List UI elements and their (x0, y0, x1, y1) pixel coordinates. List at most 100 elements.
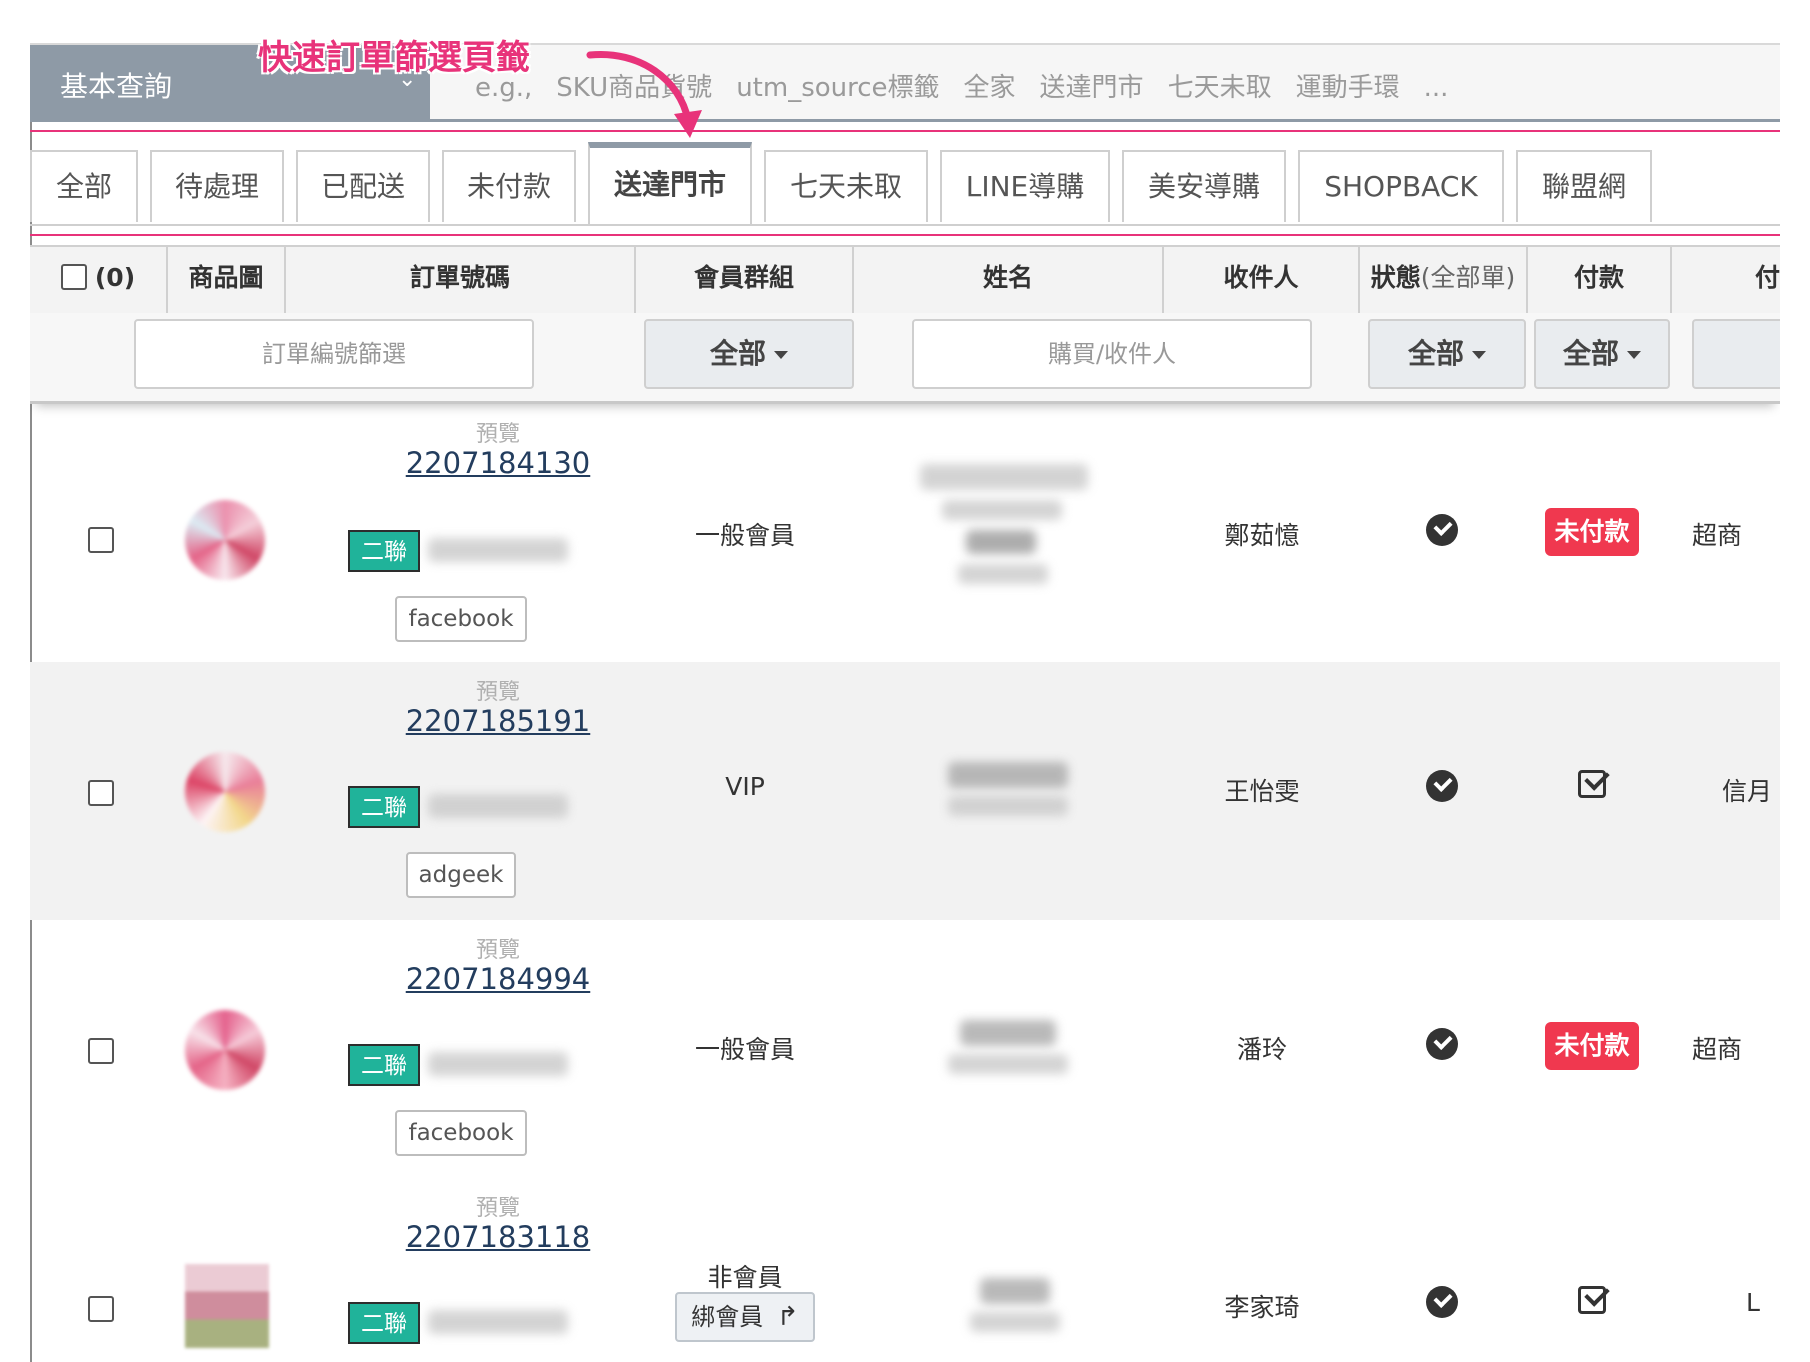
filter-row: 訂單編號篩選 全部 購買/收件人 全部 全部 (30, 313, 1780, 404)
status-filter-dropdown[interactable]: 全部 (1368, 319, 1526, 389)
tab-pending[interactable]: 待處理 (150, 150, 284, 222)
status-filter-value: 全部 (1407, 337, 1464, 370)
tab-shipped[interactable]: 已配送 (296, 150, 430, 222)
quick-filter-tabs: 全部 待處理 已配送 未付款 送達門市 七天未取 LINE導購 美安導購 SHO… (30, 142, 1780, 226)
select-all-checkbox[interactable] (60, 264, 87, 290)
source-tag: adgeek (406, 852, 516, 898)
preview-link[interactable]: 預覽 (373, 932, 623, 964)
column-header-member-group: 會員群組 (636, 247, 854, 313)
redacted-invoice-info (428, 538, 568, 562)
product-thumbnail[interactable] (185, 1010, 265, 1090)
order-list-panel: 基本查詢 ⌄ e.g., SKU商品貨號 utm_source標籤 全家 送達門市 七天未… (30, 0, 1780, 1362)
table-row: 預覽 2207184994 二聯 facebook 一般會員 潘玲 未付款 超商 (30, 920, 1780, 1178)
member-group-value: 一般會員 (694, 1035, 795, 1064)
source-tag: facebook (395, 596, 527, 642)
column-header-payment: 付款 (1528, 247, 1672, 313)
invoice-type-tag: 二聯 (348, 530, 420, 572)
row-checkbox[interactable] (88, 1038, 114, 1064)
redacted-name (948, 762, 1068, 788)
hint-familymart: 全家 (963, 73, 1016, 103)
table-row: 預覽 2207183118 二聯 非會員 綁會員 ↱ 李家琦 L (30, 1178, 1780, 1362)
next-filter-dropdown[interactable] (1692, 319, 1780, 389)
hint-utm: utm_source標籤 (736, 73, 940, 103)
tab-meian-referral[interactable]: 美安導購 (1122, 150, 1286, 222)
buyer-recipient-filter-input[interactable]: 購買/收件人 (912, 319, 1312, 389)
caret-down-icon (1627, 351, 1641, 359)
preview-link[interactable]: 預覽 (373, 674, 623, 706)
order-number-link[interactable]: 2207184994 (373, 962, 623, 996)
tab-arrived-store[interactable]: 送達門市 (588, 142, 752, 224)
caret-down-icon (774, 351, 788, 359)
column-header-order-no: 訂單號碼 (286, 247, 636, 313)
redacted-name (942, 500, 1062, 520)
redacted-name (958, 564, 1048, 584)
redacted-name (948, 1054, 1068, 1074)
member-group-filter-dropdown[interactable]: 全部 (644, 319, 854, 389)
product-thumbnail[interactable] (185, 500, 265, 580)
order-number-link[interactable]: 2207184130 (373, 446, 623, 480)
payment-filter-dropdown[interactable]: 全部 (1534, 319, 1670, 389)
tab-affiliate[interactable]: 聯盟網 (1516, 150, 1652, 222)
column-header-recipient: 收件人 (1164, 247, 1360, 313)
tab-shopback[interactable]: SHOPBACK (1298, 150, 1504, 222)
shipping-value: L (1746, 1288, 1760, 1317)
preview-link[interactable]: 預覽 (373, 1190, 623, 1222)
table-row: 預覽 2207184130 二聯 facebook 一般會員 鄭茹憶 未付款 超… (30, 404, 1780, 662)
hint-product: 運動手環 (1295, 73, 1400, 103)
status-header-sub: (全部單) (1420, 263, 1516, 292)
shipping-value: 超商 (1692, 521, 1743, 550)
column-header-name: 姓名 (854, 247, 1164, 313)
invoice-type-tag: 二聯 (348, 786, 420, 828)
unpaid-badge: 未付款 (1545, 508, 1639, 556)
source-tag: facebook (395, 1110, 527, 1156)
order-no-filter-input[interactable]: 訂單編號篩選 (134, 319, 534, 389)
column-header-next: 付 (1754, 263, 1780, 292)
redacted-invoice-info (428, 1310, 568, 1334)
tab-line-referral[interactable]: LINE導購 (940, 150, 1110, 222)
redacted-name (948, 796, 1068, 816)
annotation-label: 快速訂單篩選頁籤 (258, 38, 530, 78)
paid-check-icon (1578, 770, 1606, 798)
status-complete-icon (1426, 770, 1458, 802)
share-arrow-icon: ↱ (776, 1302, 799, 1332)
tab-unpaid[interactable]: 未付款 (442, 150, 576, 222)
row-checkbox[interactable] (88, 780, 114, 806)
order-number-link[interactable]: 2207185191 (373, 704, 623, 738)
tab-all[interactable]: 全部 (30, 150, 138, 222)
redacted-name (960, 1020, 1056, 1046)
member-group-value: 非會員 (707, 1263, 783, 1292)
column-header-status: 狀態(全部單) (1360, 247, 1528, 313)
table-header: (0) 商品圖 訂單號碼 會員群組 姓名 收件人 狀態(全部單) 付款 付 (30, 245, 1780, 315)
redacted-invoice-info (428, 1052, 568, 1076)
row-checkbox[interactable] (88, 1296, 114, 1322)
recipient-value: 李家琦 (1224, 1293, 1300, 1322)
selected-count: (0) (94, 263, 136, 292)
status-header-label: 狀態 (1370, 263, 1421, 292)
recipient-value: 王怡雯 (1224, 777, 1300, 806)
member-group-filter-value: 全部 (709, 337, 766, 370)
shipping-value: 超商 (1692, 1035, 1743, 1064)
member-group-value: VIP (725, 772, 765, 801)
column-header-image: 商品圖 (168, 247, 286, 313)
payment-filter-value: 全部 (1562, 337, 1619, 370)
recipient-value: 鄭茹憶 (1224, 521, 1300, 550)
preview-link[interactable]: 預覽 (373, 416, 623, 448)
bind-member-label: 綁會員 (691, 1303, 764, 1331)
bind-member-button[interactable]: 綁會員 ↱ (675, 1292, 815, 1342)
product-thumbnail[interactable] (185, 752, 265, 832)
table-row: 預覽 2207185191 二聯 adgeek VIP 王怡雯 信月 (30, 662, 1780, 920)
paid-check-icon (1578, 1286, 1606, 1314)
hint-arrived: 送達門市 (1039, 73, 1144, 103)
invoice-type-tag: 二聯 (348, 1302, 420, 1344)
redacted-name (966, 530, 1036, 554)
tab-seven-days-unpicked[interactable]: 七天未取 (764, 150, 928, 222)
unpaid-badge: 未付款 (1545, 1022, 1639, 1070)
status-complete-icon (1426, 1028, 1458, 1060)
select-all-header[interactable]: (0) (30, 247, 168, 313)
status-complete-icon (1426, 514, 1458, 546)
row-checkbox[interactable] (88, 527, 114, 553)
order-number-link[interactable]: 2207183118 (373, 1220, 623, 1254)
shipping-value: 信月 (1722, 777, 1773, 806)
caret-down-icon (1472, 351, 1486, 359)
product-thumbnail[interactable] (185, 1264, 269, 1348)
